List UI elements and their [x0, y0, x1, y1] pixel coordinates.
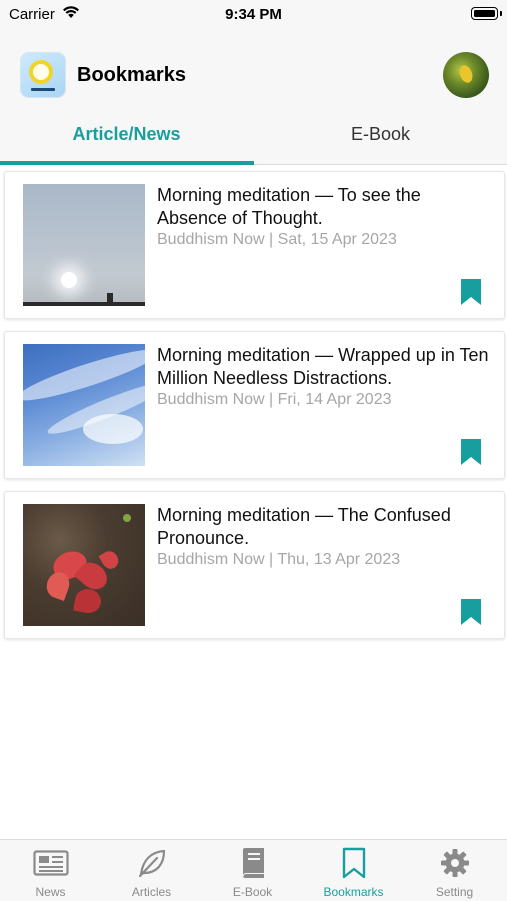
- newspaper-icon: [0, 847, 101, 879]
- article-card[interactable]: Morning meditation — To see the Absence …: [4, 171, 505, 319]
- tab-articles[interactable]: Articles: [101, 840, 202, 901]
- bookmark-icon[interactable]: [460, 598, 482, 626]
- article-thumbnail: [23, 504, 145, 626]
- article-card[interactable]: Morning meditation — Wrapped up in Ten M…: [4, 331, 505, 479]
- bookmark-icon[interactable]: [460, 278, 482, 306]
- status-time: 9:34 PM: [225, 6, 282, 23]
- leaf-icon: [101, 847, 202, 879]
- article-thumbnail: [23, 184, 145, 306]
- bookmark-icon[interactable]: [460, 438, 482, 466]
- tab-label: News: [35, 885, 66, 899]
- tab-news[interactable]: News: [0, 840, 101, 901]
- page-title: Bookmarks: [77, 64, 186, 86]
- tab-setting[interactable]: Setting: [404, 840, 505, 901]
- tab-e-book[interactable]: E-Book: [202, 840, 303, 901]
- book-icon: [202, 847, 303, 879]
- article-thumbnail: [23, 344, 145, 466]
- app-logo: [20, 52, 66, 98]
- active-tab-indicator: [0, 161, 254, 165]
- article-title: Morning meditation — The Confused Pronou…: [157, 505, 451, 548]
- tab-article-news[interactable]: Article/News: [0, 110, 253, 164]
- article-meta: Buddhism Now | Fri, 14 Apr 2023: [157, 391, 392, 408]
- tab-label: Bookmarks: [323, 885, 384, 899]
- article-meta: Buddhism Now | Sat, 15 Apr 2023: [157, 231, 397, 248]
- tab-e-book[interactable]: E-Book: [254, 110, 507, 164]
- tab-label: E-Book: [232, 885, 273, 899]
- app-header: Bookmarks: [0, 30, 507, 110]
- battery-icon: [471, 7, 502, 20]
- article-title: Morning meditation — To see the Absence …: [157, 185, 421, 228]
- tab-label: Setting: [435, 885, 474, 899]
- article-meta: Buddhism Now | Thu, 13 Apr 2023: [157, 551, 401, 568]
- bookmark-icon: [303, 847, 404, 879]
- article-title: Morning meditation — Wrapped up in Ten M…: [157, 345, 489, 388]
- content-tabs: Article/News E-Book: [0, 110, 507, 165]
- status-bar: Carrier 9:34 PM: [0, 0, 507, 30]
- avatar[interactable]: [443, 52, 489, 98]
- bottom-tab-bar: News Articles E-Book Bookmarks Setting: [0, 839, 507, 901]
- gear-icon: [404, 847, 505, 879]
- tab-label: Articles: [131, 885, 172, 899]
- tab-bookmarks[interactable]: Bookmarks: [303, 840, 404, 901]
- article-card[interactable]: Morning meditation — The Confused Pronou…: [4, 491, 505, 639]
